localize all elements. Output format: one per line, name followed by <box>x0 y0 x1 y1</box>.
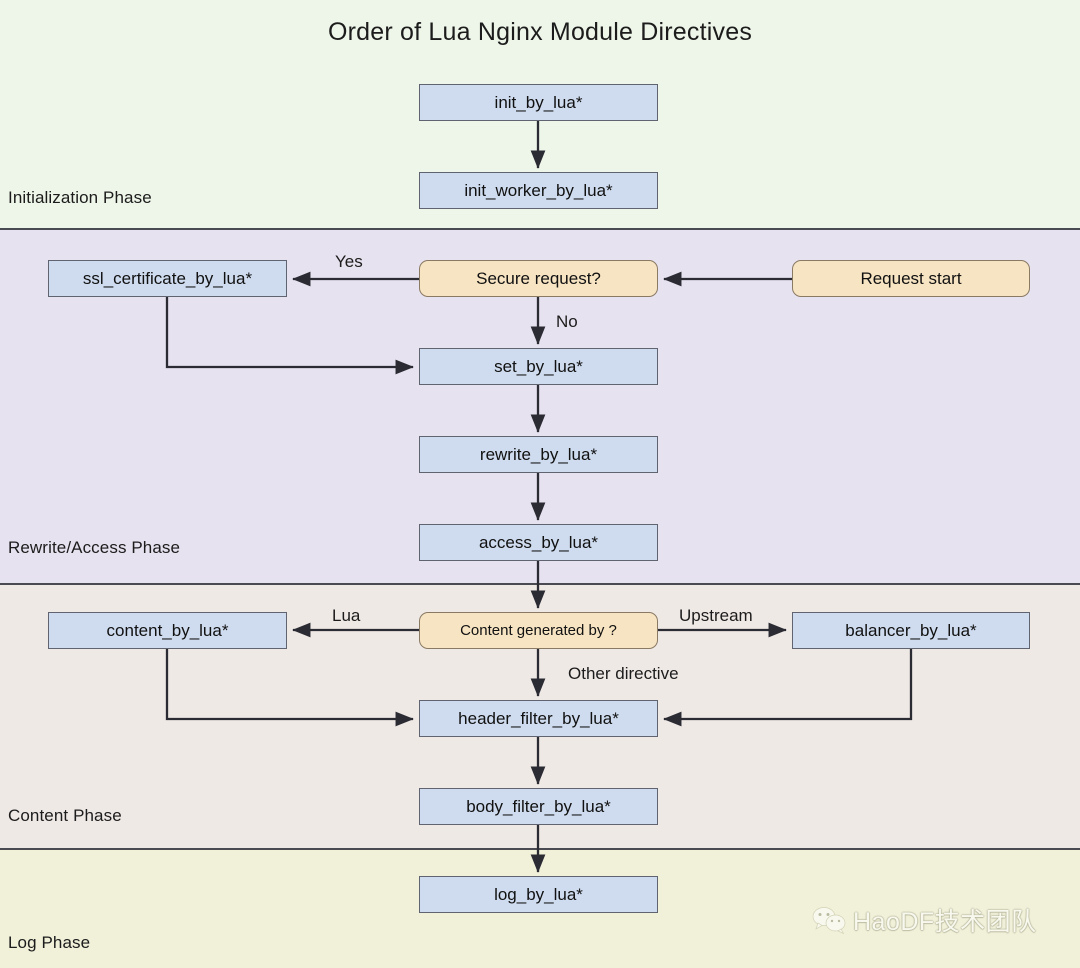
wechat-icon <box>812 907 846 934</box>
node-request-start[interactable]: Request start <box>792 260 1030 297</box>
node-balancer-by-lua[interactable]: balancer_by_lua* <box>792 612 1030 649</box>
watermark: HaoDF技术团队 <box>812 902 1037 938</box>
node-secure-request[interactable]: Secure request? <box>419 260 658 297</box>
node-log-by-lua[interactable]: log_by_lua* <box>419 876 658 913</box>
edge-label-upstream: Upstream <box>679 606 753 625</box>
edge-label-no: No <box>556 312 578 331</box>
node-ssl-certificate-by-lua[interactable]: ssl_certificate_by_lua* <box>48 260 287 297</box>
node-set-by-lua[interactable]: set_by_lua* <box>419 348 658 385</box>
edge-label-lua: Lua <box>332 606 361 625</box>
node-content-generated-by[interactable]: Content generated by ? <box>419 612 658 649</box>
node-access-by-lua[interactable]: access_by_lua* <box>419 524 658 561</box>
watermark-text: HaoDF技术团队 <box>853 908 1037 936</box>
node-content-by-lua[interactable]: content_by_lua* <box>48 612 287 649</box>
node-init-by-lua[interactable]: init_by_lua* <box>419 84 658 121</box>
node-header-filter-by-lua[interactable]: header_filter_by_lua* <box>419 700 658 737</box>
node-body-filter-by-lua[interactable]: body_filter_by_lua* <box>419 788 658 825</box>
node-rewrite-by-lua[interactable]: rewrite_by_lua* <box>419 436 658 473</box>
diagram-canvas: Order of Lua Nginx Module Directives Ini… <box>0 0 1080 968</box>
node-init-worker-by-lua[interactable]: init_worker_by_lua* <box>419 172 658 209</box>
edge-label-yes: Yes <box>335 252 363 271</box>
edge-label-other-directive: Other directive <box>568 664 679 683</box>
